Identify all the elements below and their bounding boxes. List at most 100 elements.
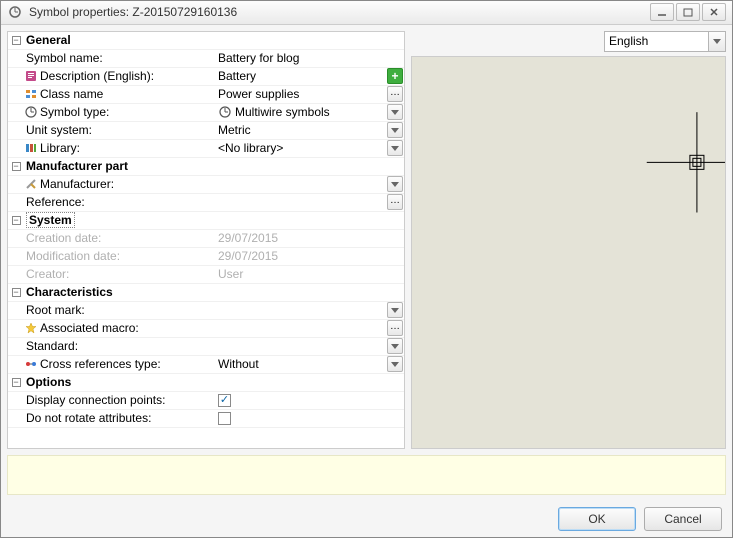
cancel-button[interactable]: Cancel: [644, 507, 722, 531]
dropdown-button[interactable]: [387, 104, 403, 120]
label: Modification date:: [24, 249, 120, 263]
label: Manufacturer:: [38, 177, 114, 191]
property-grid[interactable]: − General Symbol name: Battery for blog …: [7, 31, 405, 449]
row-reference[interactable]: Reference: …: [8, 194, 404, 212]
titlebar: Symbol properties: Z-20150729160136: [1, 1, 732, 25]
section-header: System: [26, 212, 75, 228]
row-standard[interactable]: Standard:: [8, 338, 404, 356]
row-description[interactable]: Description (English): Battery +: [8, 68, 404, 86]
main-area: − General Symbol name: Battery for blog …: [7, 31, 726, 449]
label: Associated macro:: [38, 321, 139, 335]
browse-button[interactable]: …: [387, 86, 403, 102]
section-general[interactable]: − General: [8, 32, 404, 50]
button-row: OK Cancel: [7, 501, 726, 531]
value[interactable]: Multiwire symbols: [214, 105, 386, 119]
library-icon: [24, 141, 38, 155]
label: Root mark:: [24, 303, 85, 317]
row-symbol-name[interactable]: Symbol name: Battery for blog: [8, 50, 404, 68]
row-root-mark[interactable]: Root mark:: [8, 302, 404, 320]
right-panel: English: [411, 31, 726, 449]
value: 29/07/2015: [214, 231, 386, 245]
value[interactable]: Without: [214, 357, 386, 371]
dropdown-button[interactable]: [387, 176, 403, 192]
label: Description (English):: [38, 69, 154, 83]
row-modification-date: Modification date: 29/07/2015: [8, 248, 404, 266]
label: Display connection points:: [24, 393, 165, 407]
section-characteristics[interactable]: − Characteristics: [8, 284, 404, 302]
label: Unit system:: [24, 123, 92, 137]
section-header: Options: [24, 375, 71, 389]
row-symbol-type[interactable]: Symbol type: Multiwire symbols: [8, 104, 404, 122]
browse-button[interactable]: …: [387, 320, 403, 336]
language-value: English: [609, 34, 648, 48]
dropdown-button[interactable]: [387, 338, 403, 354]
row-unit-system[interactable]: Unit system: Metric: [8, 122, 404, 140]
collapse-icon[interactable]: −: [12, 378, 21, 387]
label: Creation date:: [24, 231, 101, 245]
class-icon: [24, 87, 38, 101]
label: Do not rotate attributes:: [24, 411, 151, 425]
label: Class name: [38, 87, 103, 101]
section-options[interactable]: − Options: [8, 374, 404, 392]
description-bar: [7, 455, 726, 495]
row-creation-date: Creation date: 29/07/2015: [8, 230, 404, 248]
checkbox-do-not-rotate[interactable]: [218, 412, 231, 425]
value[interactable]: <No library>: [214, 141, 386, 155]
star-icon: [24, 321, 38, 335]
ok-button[interactable]: OK: [558, 507, 636, 531]
value: 29/07/2015: [214, 249, 386, 263]
section-system[interactable]: − System: [8, 212, 404, 230]
minimize-button[interactable]: [650, 3, 674, 21]
section-header: Manufacturer part: [24, 159, 128, 173]
app-icon: [7, 4, 23, 20]
section-manufacturer[interactable]: − Manufacturer part: [8, 158, 404, 176]
label: Symbol name:: [24, 51, 103, 65]
dialog-body: − General Symbol name: Battery for blog …: [1, 25, 732, 537]
value[interactable]: Metric: [214, 123, 386, 137]
row-manufacturer[interactable]: Manufacturer:: [8, 176, 404, 194]
label: Library:: [38, 141, 80, 155]
label: Cross references type:: [38, 357, 161, 371]
value: User: [214, 267, 386, 281]
window-title: Symbol properties: Z-20150729160136: [29, 5, 650, 19]
row-cross-references[interactable]: Cross references type: Without: [8, 356, 404, 374]
symbol-preview[interactable]: [411, 56, 726, 449]
dialog-window: Symbol properties: Z-20150729160136 − Ge…: [0, 0, 733, 538]
browse-button[interactable]: …: [387, 194, 403, 210]
row-display-connection-points[interactable]: Display connection points:: [8, 392, 404, 410]
tools-icon: [24, 177, 38, 191]
maximize-button[interactable]: [676, 3, 700, 21]
label: Creator:: [24, 267, 69, 281]
label: Symbol type:: [38, 105, 109, 119]
crossref-icon: [24, 357, 38, 371]
label: Reference:: [24, 195, 85, 209]
language-dropdown-button[interactable]: [709, 31, 726, 52]
label: Standard:: [24, 339, 78, 353]
type-value-icon: [218, 105, 232, 119]
dropdown-button[interactable]: [387, 302, 403, 318]
add-description-button[interactable]: +: [387, 68, 403, 84]
row-associated-macro[interactable]: Associated macro: …: [8, 320, 404, 338]
type-icon: [24, 105, 38, 119]
row-class-name[interactable]: Class name Power supplies …: [8, 86, 404, 104]
collapse-icon[interactable]: −: [12, 36, 21, 45]
dropdown-button[interactable]: [387, 140, 403, 156]
window-controls: [650, 3, 726, 21]
checkbox-display-cp[interactable]: [218, 394, 231, 407]
value[interactable]: Battery for blog: [214, 51, 386, 65]
collapse-icon[interactable]: −: [12, 216, 21, 225]
dropdown-button[interactable]: [387, 122, 403, 138]
close-button[interactable]: [702, 3, 726, 21]
section-header: Characteristics: [24, 285, 113, 299]
row-library[interactable]: Library: <No library>: [8, 140, 404, 158]
row-do-not-rotate[interactable]: Do not rotate attributes:: [8, 410, 404, 428]
dropdown-button[interactable]: [387, 356, 403, 372]
preview-canvas: [412, 57, 725, 448]
section-header: General: [24, 33, 71, 47]
language-combo[interactable]: English: [604, 31, 709, 52]
collapse-icon[interactable]: −: [12, 162, 21, 171]
value[interactable]: Power supplies: [214, 87, 386, 101]
value[interactable]: Battery: [214, 69, 386, 83]
description-icon: [24, 69, 38, 83]
collapse-icon[interactable]: −: [12, 288, 21, 297]
